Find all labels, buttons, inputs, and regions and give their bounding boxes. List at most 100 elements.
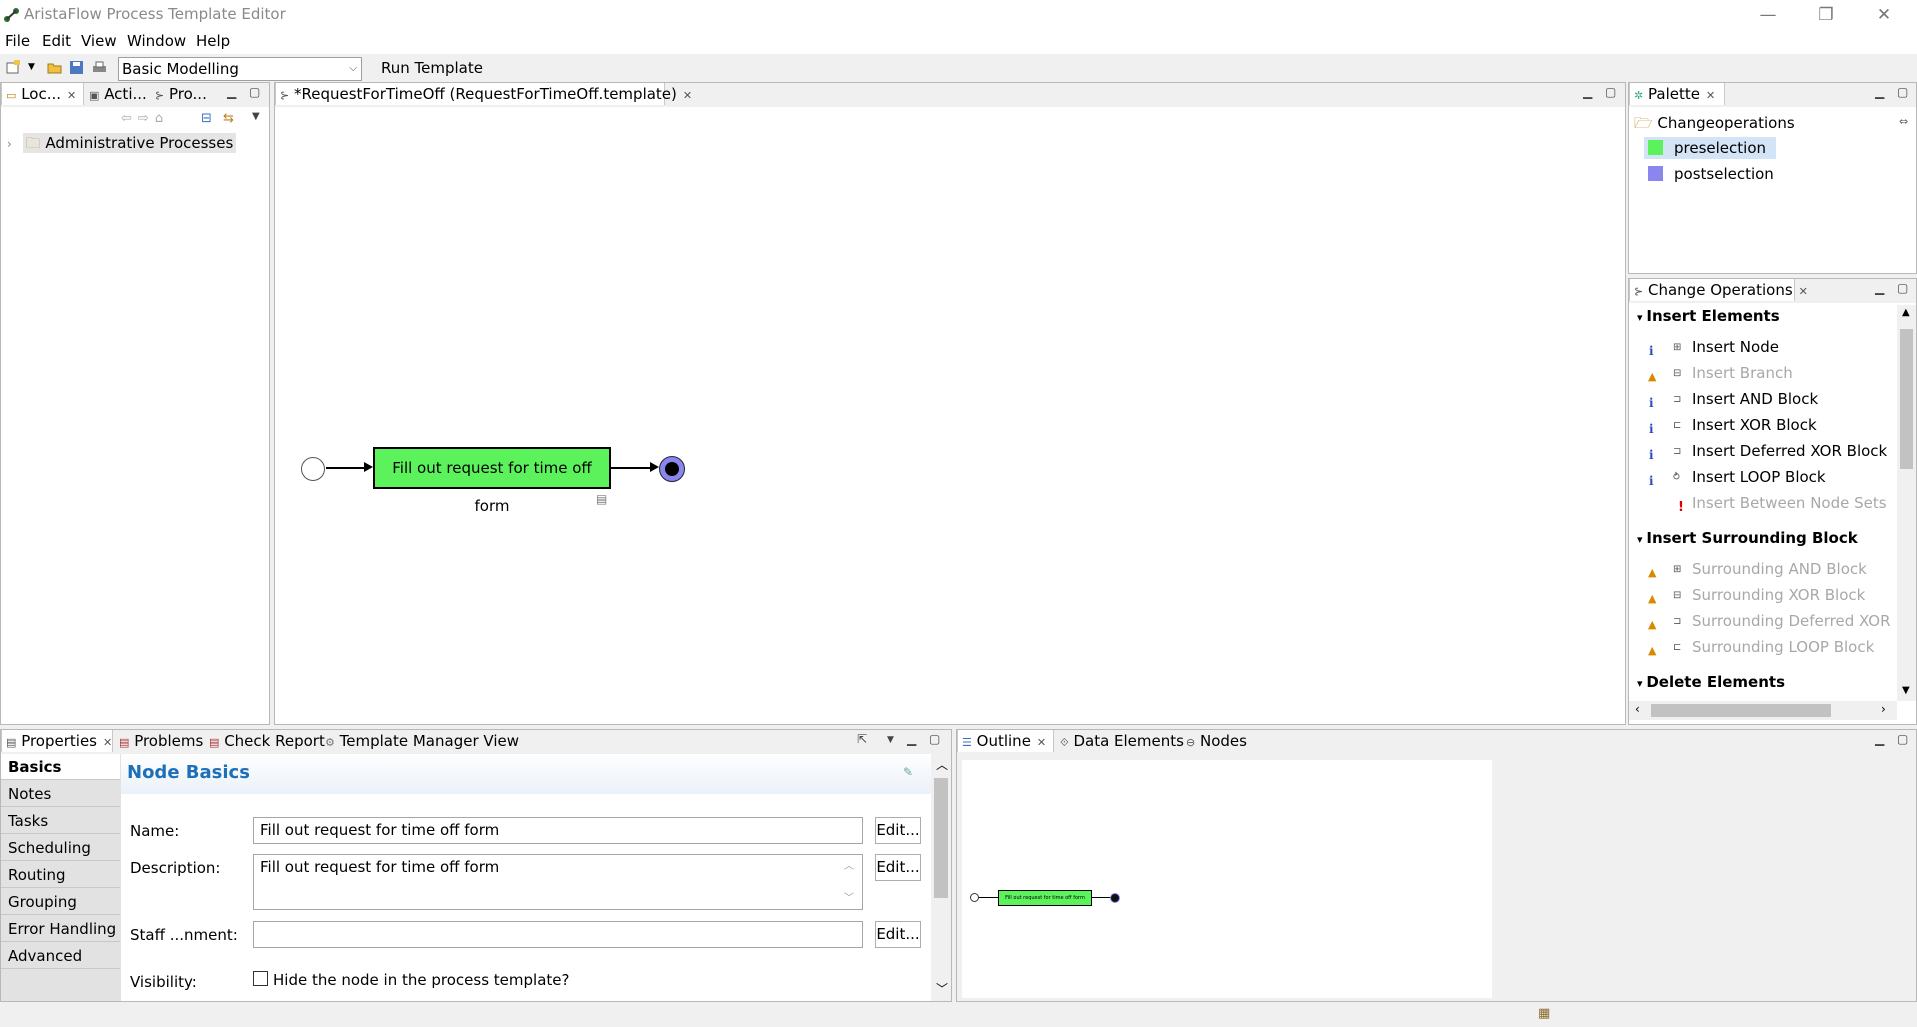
tab-activities[interactable]: ▣ Acti... [85,83,150,105]
section-header[interactable]: ▾ Delete Elements [1637,673,1785,691]
view-menu-icon[interactable]: ▼ [887,735,894,745]
maximize-view-icon[interactable]: ▢ [1605,85,1616,99]
close-icon[interactable]: ✕ [103,736,112,749]
section-header[interactable]: ▾ Insert Elements [1637,307,1780,325]
edit-name-button[interactable]: Edit... [875,817,921,844]
menu-window[interactable]: Window [127,32,186,50]
back-arrow-icon[interactable]: ⇦ [121,111,138,126]
minimize-view-icon[interactable]: ▁ [227,85,236,99]
side-tab-scheduling[interactable]: Scheduling [1,835,120,861]
scroll-thumb[interactable] [1900,329,1913,469]
tree-item-administrative-processes[interactable]: › 🗀 Administrative Processes [7,133,237,158]
pin-icon[interactable]: ⇔ [1899,115,1908,128]
minimize-button[interactable]: — [1745,3,1791,27]
close-icon[interactable]: ✕ [67,89,76,102]
scroll-thumb[interactable] [1651,704,1831,717]
change-op-item[interactable]: ⊏ Surrounding LOOP Block [1673,638,1874,656]
change-op-item[interactable]: ⊏ Insert XOR Block [1673,416,1817,434]
hide-node-checkbox[interactable] [253,971,268,986]
side-tab-advanced[interactable]: Advanced [1,943,120,969]
tab-properties[interactable]: ▤ Properties ✕ [1,730,113,752]
home-icon[interactable]: ⌂ [155,111,169,126]
scroll-down-icon[interactable]: ▼ [1902,685,1910,696]
tab-check-report[interactable]: ▤ Check Report [205,730,325,752]
tab-outline[interactable]: ☰ Outline ✕ [957,730,1054,752]
change-op-item[interactable]: ⊐ Insert AND Block [1673,390,1818,408]
horizontal-scrollbar[interactable]: ‹ › [1629,701,1897,720]
menu-help[interactable]: Help [196,32,230,50]
scroll-up-icon[interactable]: ︿ [936,756,948,773]
change-op-item[interactable]: ⊞ Surrounding AND Block [1673,560,1867,578]
forward-arrow-icon[interactable]: ⇨ [138,111,155,126]
side-tab-grouping[interactable]: Grouping [1,889,120,915]
chevron-down-icon[interactable]: ▾ [1637,311,1646,324]
close-icon[interactable]: ✕ [1037,736,1046,749]
scroll-down-icon[interactable]: ﹀ [844,889,854,904]
restore-button[interactable]: ❐ [1803,3,1849,27]
section-header[interactable]: ▾ Insert Surrounding Block [1637,529,1858,547]
maximize-view-icon[interactable]: ▢ [1897,281,1908,295]
change-op-item[interactable]: ⊞ Insert Node [1673,338,1779,356]
palette-item-preselection[interactable]: preselection [1644,137,1776,159]
save-icon[interactable] [69,60,84,75]
run-template-button[interactable]: Run Template [381,59,483,77]
palette-item-postselection[interactable]: postselection [1644,163,1776,185]
tab-problems[interactable]: ▤ Problems [115,730,203,752]
perspective-select[interactable]: Basic Modelling ⌵ [118,57,362,81]
change-op-item[interactable]: ⥁ Insert LOOP Block [1673,468,1826,486]
change-op-item[interactable]: Insert Between Node Sets [1673,494,1887,512]
task-node[interactable]: Fill out request for time off form [373,447,611,515]
tab-data-elements[interactable]: ⟐ Data Elements [1056,730,1184,752]
maximize-view-icon[interactable]: ▢ [929,732,940,746]
minimize-view-icon[interactable]: ▁ [1583,85,1592,99]
staff-assignment-field[interactable] [253,921,863,948]
scroll-left-icon[interactable]: ‹ [1635,702,1640,716]
minimize-view-icon[interactable]: ▁ [1875,85,1884,99]
side-tab-routing[interactable]: Routing [1,862,120,888]
pin-view-icon[interactable]: ⇱ [857,732,867,746]
side-tab-error-handling[interactable]: Error Handling [1,916,120,942]
scroll-up-icon[interactable]: ▲ [1902,307,1910,318]
open-folder-icon[interactable] [47,60,62,75]
tab-locations[interactable]: ▭ Loc... ✕ [1,83,84,105]
tab-change-operations[interactable]: ⊱ Change Operations ✕ [1629,279,1808,301]
maximize-view-icon[interactable]: ▢ [1897,732,1908,746]
view-menu-icon[interactable]: ▼ [252,111,260,122]
change-op-item[interactable]: ⊟ Insert Branch [1673,364,1793,382]
menu-file[interactable]: File [5,32,30,50]
close-icon[interactable]: ✕ [1799,285,1808,298]
edit-staff-assignment-button[interactable]: Edit... [875,921,921,948]
chevron-down-icon[interactable]: ▾ [1637,677,1646,690]
minimize-view-icon[interactable]: ▁ [1875,281,1884,295]
new-icon[interactable] [6,60,21,75]
description-field[interactable]: Fill out request for time off form ︿ ﹀ [253,854,863,910]
edit-description-button[interactable]: Edit... [875,854,921,881]
note-icon[interactable]: ▤ [596,492,607,506]
hide-node-checkbox-label[interactable]: Hide the node in the process template? [273,971,569,989]
side-tab-basics[interactable]: Basics [1,754,120,780]
collapse-all-icon[interactable]: ⊟ [201,111,212,126]
new-dropdown-icon[interactable]: ▼ [28,62,43,77]
minimize-view-icon[interactable]: ▁ [907,732,916,746]
maximize-view-icon[interactable]: ▢ [1897,85,1908,99]
change-op-item[interactable]: ⊐ Insert Deferred XOR Block [1673,442,1887,460]
link-editor-icon[interactable]: ⇆ [223,111,234,126]
palette-group[interactable]: 🗁 Changeoperations [1634,113,1795,138]
tab-processes[interactable]: ⊱ Pro... [151,83,211,105]
name-field[interactable]: Fill out request for time off form [253,817,863,844]
chevron-down-icon[interactable]: ▾ [1637,533,1646,546]
menu-view[interactable]: View [81,32,117,50]
side-tab-notes[interactable]: Notes [1,781,120,807]
tab-request-for-time-off[interactable]: ⊱ *RequestForTimeOff (RequestForTimeOff.… [275,83,692,105]
tab-palette[interactable]: ✲ Palette ✕ [1629,83,1725,105]
outline-canvas[interactable]: Fill out request for time off form [962,760,1492,998]
side-tab-tasks[interactable]: Tasks [1,808,120,834]
close-icon[interactable]: ✕ [683,89,692,102]
scroll-up-icon[interactable]: ︿ [844,857,854,872]
close-icon[interactable]: ✕ [1706,89,1715,102]
print-icon[interactable] [92,60,107,75]
progress-icon[interactable]: ▦ [1538,1006,1550,1021]
start-node[interactable] [301,457,325,481]
close-window-button[interactable]: ✕ [1861,3,1907,27]
tab-nodes[interactable]: ⊖ Nodes [1182,730,1254,752]
